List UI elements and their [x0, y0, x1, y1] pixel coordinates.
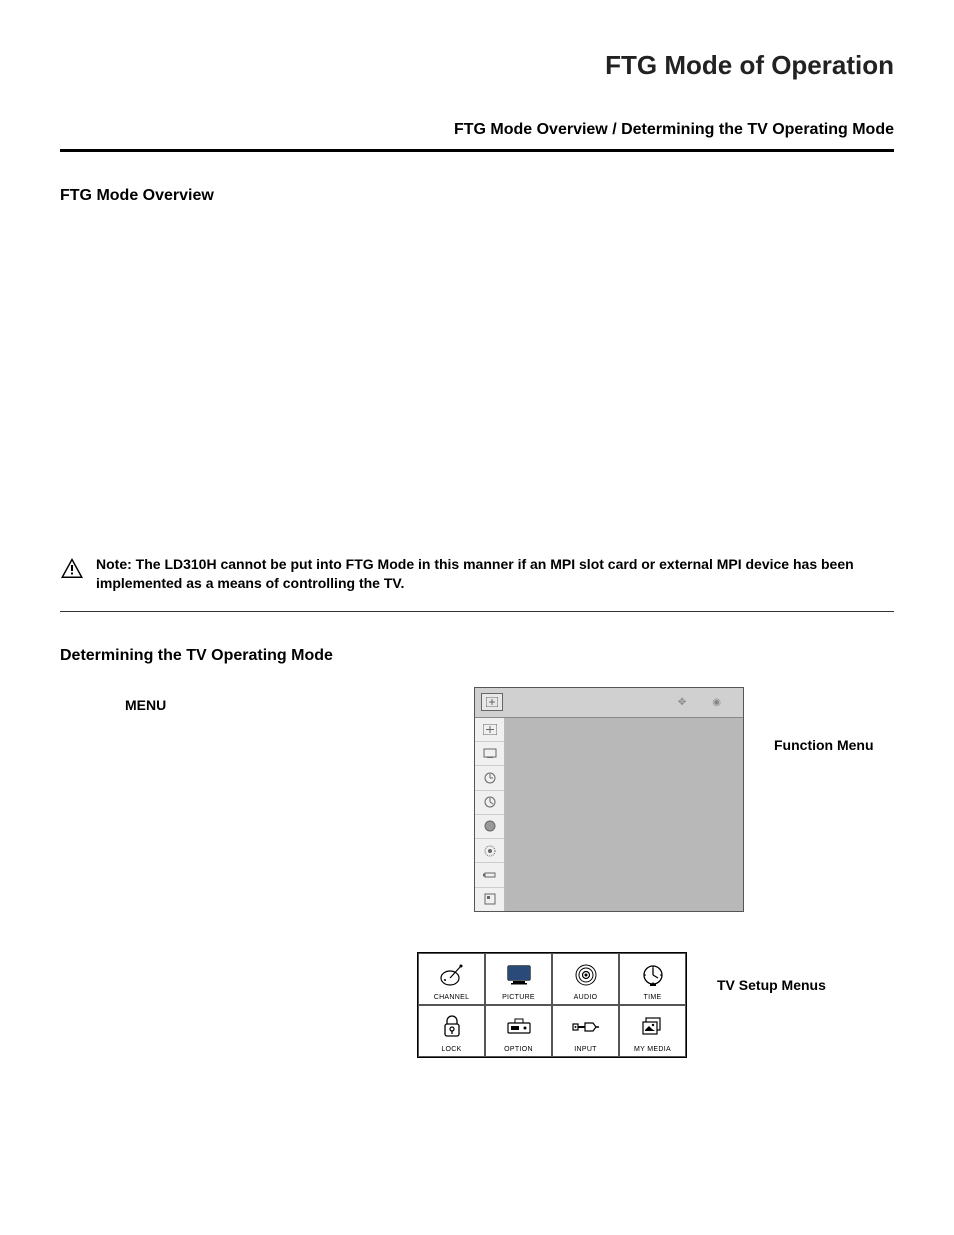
sidebar-icon-4: [475, 791, 504, 815]
sidebar-icon-1: [475, 718, 504, 742]
cell-label: TIME: [644, 994, 662, 1001]
move-icon: ✥: [678, 697, 686, 708]
sidebar-icon-6: [475, 839, 504, 863]
setup-cell-option: OPTION: [485, 1005, 552, 1057]
page-title: FTG Mode of Operation: [60, 50, 894, 81]
function-menu-box: ✥ ◉: [474, 687, 744, 912]
divider-thin: [60, 611, 894, 612]
sidebar-icon-2: [475, 742, 504, 766]
audio-icon: [555, 958, 616, 992]
function-menu-main: [505, 718, 743, 911]
function-menu-sidebar: [475, 718, 505, 911]
warning-icon: [60, 557, 84, 584]
menu-label: MENU: [125, 687, 166, 713]
setup-cell-channel: CHANNEL: [418, 953, 485, 1005]
cell-label: AUDIO: [574, 994, 598, 1001]
setup-cell-mymedia: MY MEDIA: [619, 1005, 686, 1057]
cell-label: PICTURE: [502, 994, 535, 1001]
option-icon: [488, 1010, 549, 1044]
section-determining-mode: Determining the TV Operating Mode: [60, 647, 894, 665]
sidebar-icon-3: [475, 766, 504, 790]
sub-header: FTG Mode Overview / Determining the TV O…: [60, 121, 894, 139]
setup-cell-audio: AUDIO: [552, 953, 619, 1005]
warning-text: Note: The LD310H cannot be put into FTG …: [96, 555, 874, 593]
function-menu-label: Function Menu: [774, 687, 894, 753]
setup-cell-lock: LOCK: [418, 1005, 485, 1057]
setup-cell-time: TIME: [619, 953, 686, 1005]
picture-icon: [488, 958, 549, 992]
lock-icon: [421, 1010, 482, 1044]
divider-thick: [60, 149, 894, 152]
cell-label: INPUT: [574, 1046, 597, 1053]
setup-cell-input: INPUT: [552, 1005, 619, 1057]
tv-setup-grid: CHANNEL PICTURE AUDIO TIME LOCK: [417, 952, 687, 1059]
setup-menu-label: TV Setup Menus: [717, 952, 826, 993]
mymedia-icon: [622, 1010, 683, 1044]
cell-label: MY MEDIA: [634, 1046, 671, 1053]
cell-label: CHANNEL: [434, 994, 470, 1001]
time-icon: [622, 958, 683, 992]
warning-block: Note: The LD310H cannot be put into FTG …: [60, 555, 894, 593]
sidebar-icon-7: [475, 863, 504, 887]
cell-label: OPTION: [504, 1046, 533, 1053]
input-icon: [555, 1010, 616, 1044]
enter-icon: ◉: [712, 697, 721, 708]
sidebar-icon-5: [475, 815, 504, 839]
channel-icon: [421, 958, 482, 992]
cell-label: LOCK: [441, 1046, 461, 1053]
sidebar-icon-8: [475, 888, 504, 911]
header-plus-icon: [481, 693, 503, 711]
section-ftg-overview: FTG Mode Overview: [60, 187, 894, 205]
function-menu-header: ✥ ◉: [475, 688, 743, 718]
setup-cell-picture: PICTURE: [485, 953, 552, 1005]
